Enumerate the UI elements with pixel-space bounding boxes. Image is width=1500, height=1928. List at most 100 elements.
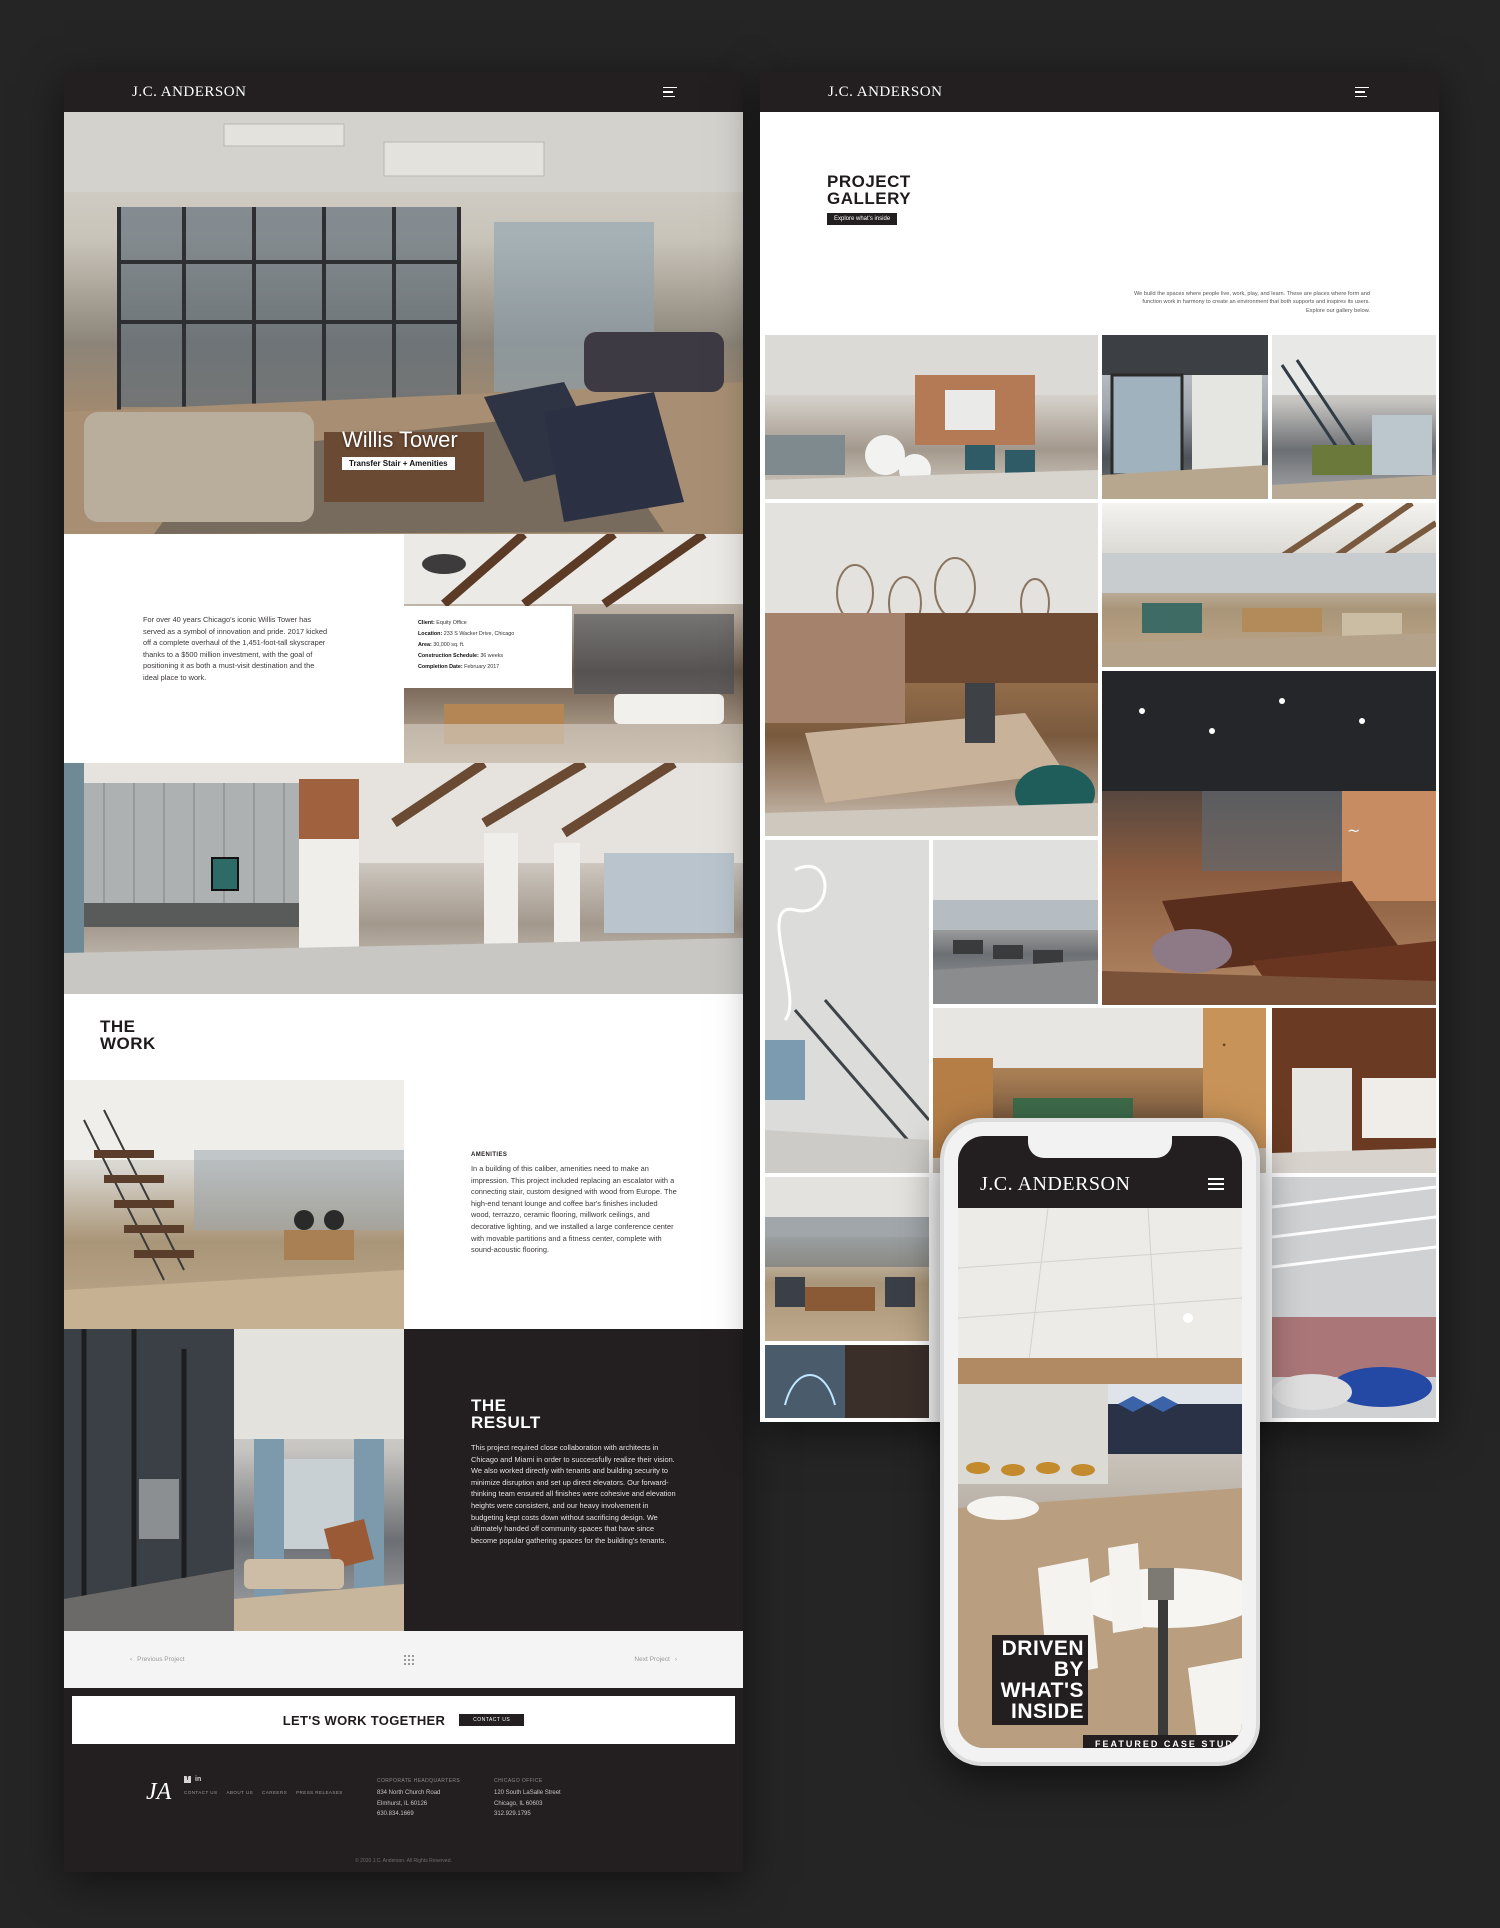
social-icons: f in	[184, 1776, 201, 1783]
chicago-address-2: Chicago, IL 60603	[494, 1800, 543, 1807]
gallery-heading-line2: GALLERY	[827, 189, 912, 208]
wide-lobby-image	[64, 763, 743, 994]
garage-illustration	[1272, 1177, 1436, 1418]
chicago-address-1: 120 South LaSalle Street	[494, 1790, 561, 1796]
gallery-tile-13[interactable]	[1272, 1177, 1436, 1418]
gallery-tile-7[interactable]	[765, 840, 929, 1173]
gallery-hamburger-menu-icon[interactable]	[1355, 87, 1369, 97]
result-panel: THE RESULT This project required close c…	[404, 1329, 743, 1631]
work-photo-stair	[64, 1080, 404, 1329]
project-info-box: Client: Equity Office Location: 233 S Wa…	[404, 606, 572, 688]
footer-hq: CORPORATE HEADQUARTERS 834 North Church …	[377, 1778, 460, 1820]
gallery-tile-2[interactable]	[1102, 335, 1268, 499]
site-footer: LET'S WORK TOGETHER CONTACT US JA f in C…	[64, 1688, 743, 1872]
work-heading-line2: WORK	[100, 1034, 156, 1053]
info-schedule: Construction Schedule: 36 weeks	[418, 653, 504, 659]
previous-project-link[interactable]: ‹ Previous Project	[130, 1656, 185, 1663]
project-page: J.C. ANDERSON Willis Tower Transfer Stai…	[64, 72, 743, 1872]
neon-lounge-illustration: ~	[1102, 671, 1436, 1005]
cta-banner: LET'S WORK TOGETHER CONTACT US	[72, 1696, 735, 1744]
chevron-right-icon: ›	[674, 1656, 677, 1663]
mobile-logo[interactable]: J.C. ANDERSON	[980, 1173, 1130, 1196]
mobile-headline-line4: INSIDE	[1010, 1700, 1084, 1723]
mobile-hamburger-menu-icon[interactable]	[1208, 1178, 1224, 1190]
glass-office-illustration	[1102, 335, 1268, 499]
info-area: Area: 30,000 sq. ft.	[418, 642, 465, 648]
footer-monogram-logo[interactable]: JA	[146, 1778, 176, 1806]
bar-dining-illustration	[765, 503, 1098, 836]
footer-chicago: CHICAGO OFFICE 120 South LaSalle Street …	[494, 1778, 561, 1820]
mobile-featured-label: FEATURED CASE STUDY	[1095, 1739, 1242, 1748]
hq-address-2: Elmhurst, IL 60126	[377, 1800, 428, 1807]
intro-photo: Client: Equity Office Location: 233 S Wa…	[404, 534, 743, 763]
mobile-headline-line1: DRIVEN	[1001, 1637, 1084, 1660]
work-text-block: AMENITIES In a building of this caliber,…	[471, 1152, 679, 1256]
next-project-link[interactable]: Next Project ›	[634, 1656, 677, 1663]
gallery-tile-1[interactable]	[765, 335, 1098, 499]
footer-link-press[interactable]: PRESS RELEASES	[296, 1790, 343, 1795]
glass-wall-illustration	[64, 1329, 234, 1631]
mobile-headline-line3: WHAT'S	[1000, 1679, 1084, 1702]
coffee-bar-illustration	[765, 335, 1098, 499]
hq-label: CORPORATE HEADQUARTERS	[377, 1778, 461, 1784]
floor-number-decoration: ∙	[1221, 1040, 1227, 1051]
info-location: Location: 233 S Wacker Drive, Chicago	[418, 631, 515, 637]
gallery-tile-11[interactable]	[765, 1177, 929, 1341]
gallery-tile-12[interactable]	[765, 1345, 929, 1418]
hq-address-1: 834 North Church Road	[377, 1790, 441, 1796]
cta-text: LET'S WORK TOGETHER	[282, 1712, 446, 1728]
footer-links: CONTACT US ABOUT US CAREERS PRESS RELEAS…	[184, 1790, 352, 1795]
work-text: In a building of this caliber, amenities…	[471, 1164, 677, 1255]
intro-text: For over 40 years Chicago's iconic Willi…	[143, 615, 328, 682]
project-navbar: J.C. ANDERSON	[64, 72, 743, 112]
gallery-tile-5[interactable]	[1102, 503, 1436, 667]
linkedin-icon[interactable]: in	[195, 1776, 201, 1783]
gallery-tile-6[interactable]: ~	[1102, 671, 1436, 1005]
phone-screen: J.C. ANDERSON DRIVEN BY WHAT'S INSIDE FE…	[958, 1136, 1242, 1748]
gallery-tile-8[interactable]	[933, 840, 1098, 1004]
explore-button[interactable]: Explore what's inside	[827, 213, 898, 225]
lounge-illustration	[234, 1329, 404, 1631]
chicago-phone[interactable]: 312.929.1795	[494, 1809, 561, 1820]
phone-notch	[1028, 1136, 1172, 1158]
lounge-seating-illustration	[765, 1177, 929, 1311]
footer-link-careers[interactable]: CAREERS	[262, 1790, 287, 1795]
brick-neon-illustration	[765, 1345, 929, 1418]
gallery-tile-10[interactable]	[1272, 1008, 1436, 1173]
gallery-heading: PROJECT GALLERY Explore what's inside	[827, 173, 911, 225]
fitness-center-illustration	[933, 840, 1098, 1004]
result-heading: THE RESULT	[471, 1397, 541, 1431]
hero-subtitle-tag: Transfer Stair + Amenities	[342, 457, 455, 470]
chicago-label: CHICAGO OFFICE	[494, 1778, 543, 1784]
footer-link-about[interactable]: ABOUT US	[226, 1790, 253, 1795]
hero-title: Willis Tower	[342, 427, 458, 452]
facebook-icon[interactable]: f	[184, 1776, 191, 1783]
stair-illustration	[64, 1080, 404, 1329]
reception-illustration	[1272, 1008, 1436, 1173]
intro-section: For over 40 years Chicago's iconic Willi…	[64, 534, 404, 763]
mobile-featured-bar[interactable]: FEATURED CASE STUDY	[1083, 1735, 1242, 1748]
result-heading-line1: THE	[471, 1396, 507, 1415]
grid-icon[interactable]	[404, 1654, 415, 1665]
work-heading: THE WORK	[100, 1018, 156, 1052]
gallery-logo[interactable]: J.C. ANDERSON	[828, 84, 942, 101]
hamburger-menu-icon[interactable]	[663, 87, 677, 97]
gallery-intro-text: We build the spaces where people live, w…	[1134, 291, 1370, 314]
phone-mockup: J.C. ANDERSON DRIVEN BY WHAT'S INSIDE FE…	[940, 1118, 1260, 1766]
logo[interactable]: J.C. ANDERSON	[132, 84, 246, 101]
mobile-hero-image: DRIVEN BY WHAT'S INSIDE FEATURED CASE ST…	[958, 1208, 1242, 1748]
gallery-tile-3[interactable]	[1272, 335, 1436, 499]
info-completion: Completion Date: February 2017	[418, 664, 500, 670]
footer-link-contact[interactable]: CONTACT US	[184, 1790, 217, 1795]
work-heading-line1: THE	[100, 1017, 136, 1036]
contact-us-button[interactable]: CONTACT US	[459, 1714, 525, 1726]
copyright: © 2020 J.C. Anderson. All Rights Reserve…	[355, 1858, 452, 1864]
lobby-illustration	[64, 763, 743, 994]
hero-image: Willis Tower Transfer Stair + Amenities	[64, 112, 743, 534]
gallery-tile-4[interactable]	[765, 503, 1098, 836]
result-text: This project required close collaboratio…	[471, 1443, 676, 1545]
gallery-heading-line1: PROJECT	[827, 172, 911, 191]
hero-caption: Willis Tower Transfer Stair + Amenities	[342, 427, 458, 471]
hq-phone[interactable]: 630.834.1669	[377, 1809, 460, 1820]
result-heading-line2: RESULT	[471, 1413, 541, 1432]
